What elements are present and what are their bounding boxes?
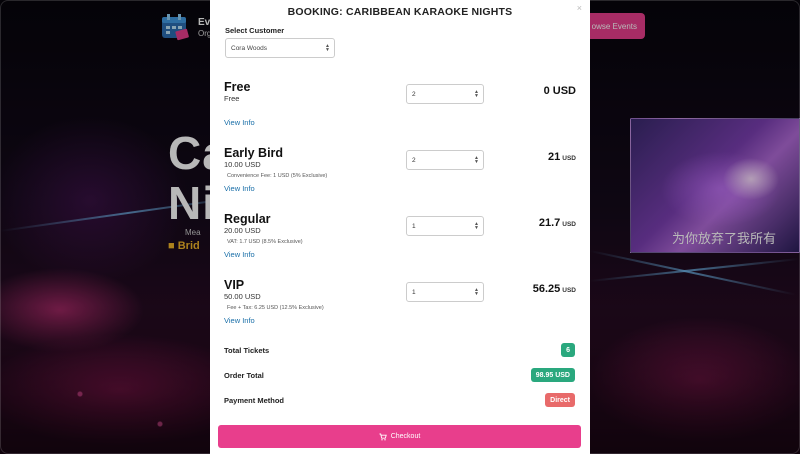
ticket-quantity-select[interactable]: 2 ▲ ▼ bbox=[406, 84, 484, 104]
ticket-row-early-bird: Early Bird 10.00 USD Convenience Fee: 1 … bbox=[224, 146, 576, 206]
ticket-price: Free bbox=[224, 94, 240, 103]
select-arrows-icon: ▲ ▼ bbox=[474, 221, 479, 231]
ticket-price: 20.00 USD bbox=[224, 226, 261, 235]
order-total-row: Order Total 98.95 USD bbox=[224, 368, 575, 384]
modal-title: BOOKING: CARIBBEAN KARAOKE NIGHTS bbox=[287, 6, 513, 18]
checkout-button[interactable]: Checkout bbox=[218, 425, 581, 448]
view-info-link[interactable]: View Info bbox=[224, 316, 255, 325]
select-customer-label: Select Customer bbox=[225, 26, 285, 35]
total-tickets-row: Total Tickets 6 bbox=[224, 343, 575, 359]
customer-selected-value: Cora Woods bbox=[231, 44, 268, 52]
ticket-total: 21 USD bbox=[548, 151, 576, 163]
ticket-total: 0 USD bbox=[543, 85, 576, 97]
ticket-fee-note: Fee + Tax: 6.25 USD (12.5% Exclusive) bbox=[227, 305, 324, 311]
ticket-quantity-select[interactable]: 2 ▲ ▼ bbox=[406, 150, 484, 170]
ticket-name: Regular bbox=[224, 212, 271, 226]
ticket-total: 21.7 USD bbox=[538, 217, 576, 229]
ticket-price: 10.00 USD bbox=[224, 160, 261, 169]
ticket-quantity-select[interactable]: 1 ▲ ▼ bbox=[406, 282, 484, 302]
cart-icon bbox=[379, 433, 387, 440]
ticket-name: Early Bird bbox=[224, 146, 284, 160]
booking-modal: BOOKING: CARIBBEAN KARAOKE NIGHTS × Sele… bbox=[210, 0, 590, 454]
ticket-fee-note: VAT: 1.7 USD (8.5% Exclusive) bbox=[227, 239, 303, 245]
ticket-fee-note: Convenience Fee: 1 USD (5% Exclusive) bbox=[227, 173, 328, 179]
view-info-link[interactable]: View Info bbox=[224, 250, 255, 259]
payment-method-label: Payment Method bbox=[224, 396, 285, 405]
close-icon[interactable]: × bbox=[577, 3, 582, 13]
order-total-badge: 98.95 USD bbox=[530, 368, 575, 382]
payment-method-row: Payment Method Direct bbox=[224, 393, 575, 409]
total-tickets-label: Total Tickets bbox=[224, 346, 270, 355]
total-tickets-badge: 6 bbox=[561, 343, 575, 357]
ticket-row-vip: VIP 50.00 USD Fee + Tax: 6.25 USD (12.5%… bbox=[224, 278, 576, 338]
view-info-link[interactable]: View Info bbox=[224, 184, 255, 193]
select-arrows-icon: ▲ ▼ bbox=[474, 287, 479, 297]
select-arrows-icon: ▲ ▼ bbox=[325, 43, 330, 53]
customer-select[interactable]: Cora Woods ▲ ▼ bbox=[225, 38, 335, 58]
ticket-name: Free bbox=[224, 80, 251, 94]
payment-method-badge: Direct bbox=[545, 393, 575, 407]
ticket-name: VIP bbox=[224, 278, 245, 292]
ticket-price: 50.00 USD bbox=[224, 292, 261, 301]
ticket-total: 56.25 USD bbox=[532, 283, 576, 295]
ticket-quantity-select[interactable]: 1 ▲ ▼ bbox=[406, 216, 484, 236]
view-info-link[interactable]: View Info bbox=[224, 118, 255, 127]
select-arrows-icon: ▲ ▼ bbox=[474, 89, 479, 99]
select-arrows-icon: ▲ ▼ bbox=[474, 155, 479, 165]
ticket-row-regular: Regular 20.00 USD VAT: 1.7 USD (8.5% Exc… bbox=[224, 212, 576, 272]
order-total-label: Order Total bbox=[224, 371, 264, 380]
ticket-row-free: Free Free 2 ▲ ▼ 0 USD View Info bbox=[224, 80, 576, 140]
